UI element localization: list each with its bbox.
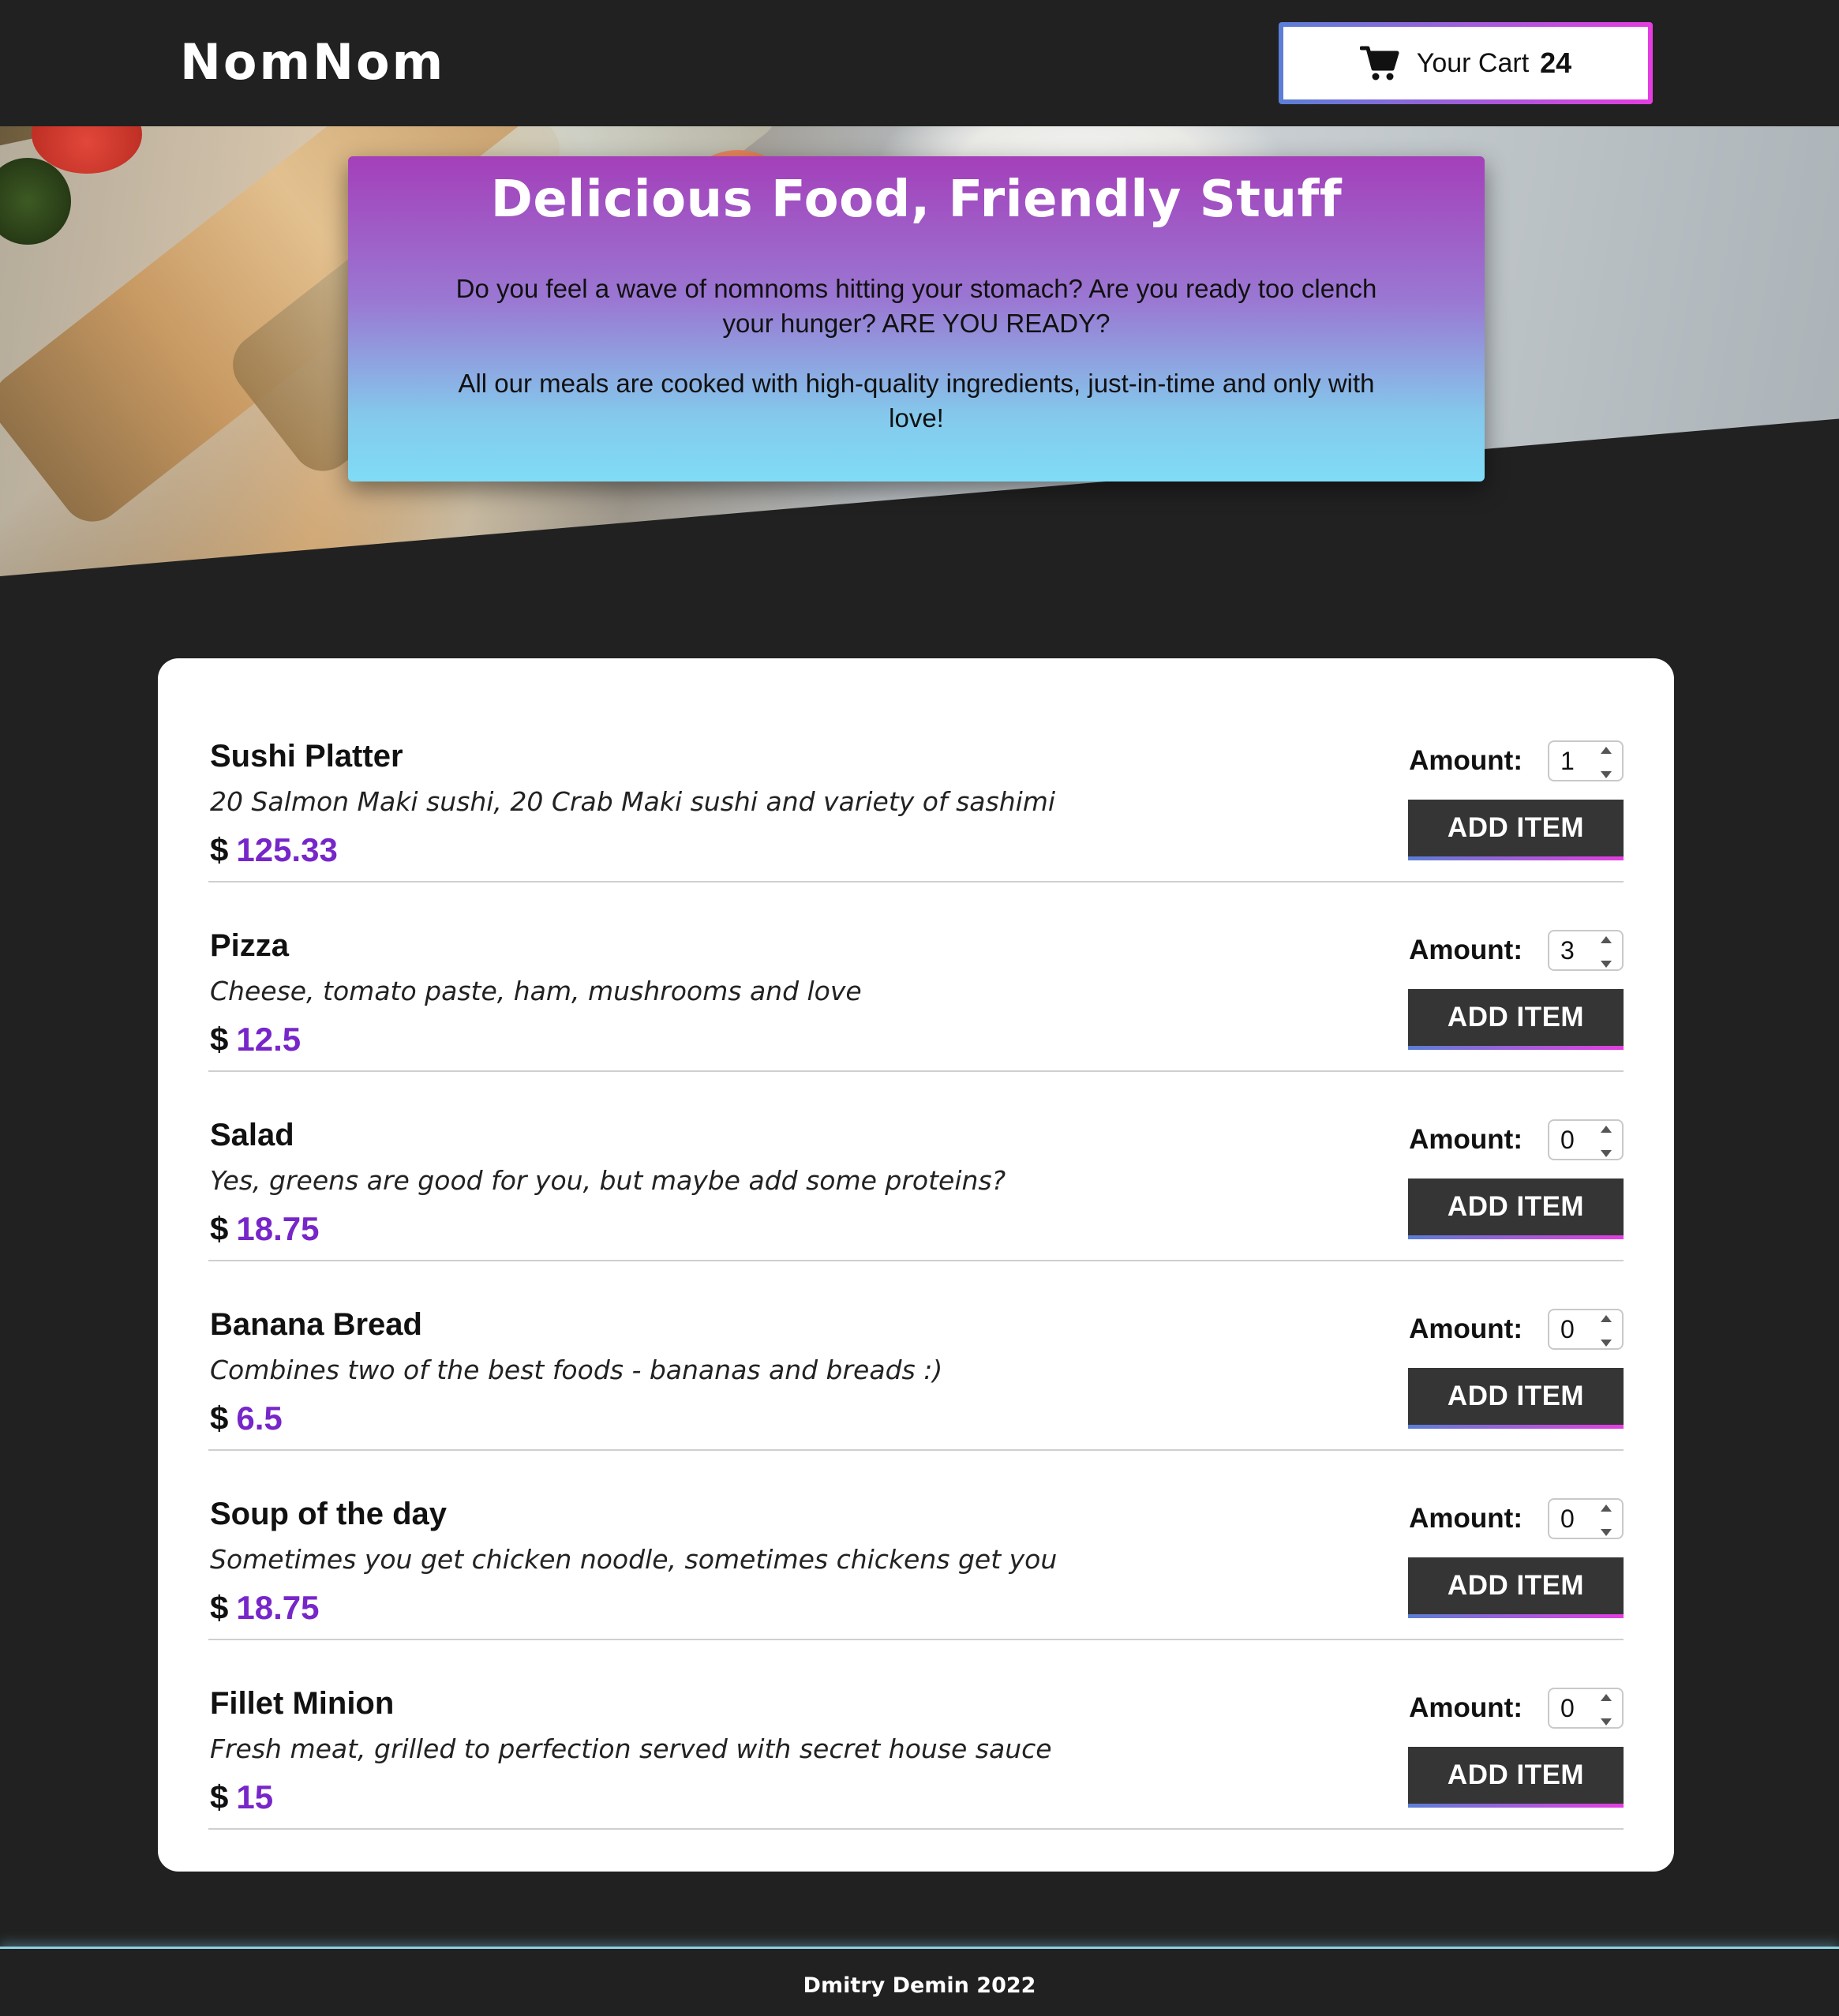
amount-value: 0 <box>1560 1125 1575 1154</box>
meal-item: Sushi Platter 20 Salmon Maki sushi, 20 C… <box>208 693 1624 882</box>
meal-price-value: 18.75 <box>236 1589 320 1626</box>
meal-item: Pizza Cheese, tomato paste, ham, mushroo… <box>208 882 1624 1072</box>
currency-symbol: $ <box>210 1210 229 1247</box>
amount-value: 0 <box>1560 1314 1575 1343</box>
meal-price: $12.5 <box>210 1021 301 1059</box>
amount-spinner[interactable] <box>1597 936 1616 968</box>
amount-control: Amount: 3 <box>1409 930 1624 971</box>
amount-input[interactable]: 3 <box>1548 930 1624 971</box>
meal-description: 20 Salmon Maki sushi, 20 Crab Maki sushi… <box>210 786 1056 817</box>
amount-label: Amount: <box>1409 1124 1523 1155</box>
meal-name: Banana Bread <box>210 1307 422 1342</box>
add-item-button[interactable]: ADD ITEM <box>1408 1178 1624 1239</box>
amount-label: Amount: <box>1409 1313 1523 1344</box>
amount-spinner[interactable] <box>1597 747 1616 778</box>
meal-item: Banana Bread Combines two of the best fo… <box>208 1261 1624 1451</box>
amount-spinner[interactable] <box>1597 1126 1616 1157</box>
amount-label: Amount: <box>1409 935 1523 965</box>
meal-description: Fresh meat, grilled to perfection served… <box>210 1733 1052 1764</box>
amount-input[interactable]: 0 <box>1548 1498 1624 1539</box>
amount-label: Amount: <box>1409 1503 1523 1534</box>
spin-down-icon[interactable] <box>1601 771 1612 778</box>
shopping-cart-icon <box>1359 46 1399 81</box>
spin-down-icon[interactable] <box>1601 1150 1612 1157</box>
meal-name: Sushi Platter <box>210 739 403 774</box>
site-header: NomNom Your Cart 24 <box>0 0 1839 126</box>
meal-name: Salad <box>210 1118 294 1152</box>
amount-input[interactable]: 1 <box>1548 740 1624 781</box>
amount-spinner[interactable] <box>1597 1505 1616 1536</box>
spin-up-icon[interactable] <box>1601 1694 1612 1701</box>
meal-price: $18.75 <box>210 1210 319 1248</box>
meal-description: Sometimes you get chicken noodle, someti… <box>210 1544 1058 1575</box>
amount-label: Amount: <box>1409 1692 1523 1723</box>
amount-control: Amount: 0 <box>1409 1688 1624 1729</box>
currency-symbol: $ <box>210 1778 229 1816</box>
hero-title: Delicious Food, Friendly Stuff <box>490 170 1343 229</box>
hero-summary-card: Delicious Food, Friendly Stuff Do you fe… <box>348 156 1485 482</box>
meal-item: Fillet Minion Fresh meat, grilled to per… <box>208 1640 1624 1830</box>
amount-input[interactable]: 0 <box>1548 1688 1624 1729</box>
amount-input[interactable]: 0 <box>1548 1119 1624 1160</box>
meal-price: $125.33 <box>210 831 338 869</box>
currency-symbol: $ <box>210 831 229 868</box>
meal-price: $15 <box>210 1778 273 1816</box>
spin-up-icon[interactable] <box>1601 747 1612 754</box>
amount-control: Amount: 0 <box>1409 1309 1624 1350</box>
spin-down-icon[interactable] <box>1601 1529 1612 1536</box>
amount-value: 0 <box>1560 1504 1575 1533</box>
meal-description: Combines two of the best foods - bananas… <box>210 1355 943 1385</box>
add-item-button[interactable]: ADD ITEM <box>1408 1557 1624 1618</box>
spin-up-icon[interactable] <box>1601 1505 1612 1512</box>
meal-price-value: 125.33 <box>236 831 338 868</box>
cart-label: Your Cart <box>1416 47 1530 78</box>
amount-spinner[interactable] <box>1597 1315 1616 1347</box>
add-item-button[interactable]: ADD ITEM <box>1408 1368 1624 1429</box>
amount-input[interactable]: 0 <box>1548 1309 1624 1350</box>
meal-description: Cheese, tomato paste, ham, mushrooms and… <box>210 976 862 1006</box>
amount-control: Amount: 1 <box>1409 740 1624 781</box>
spin-up-icon[interactable] <box>1601 1315 1612 1322</box>
meal-price: $6.5 <box>210 1400 283 1437</box>
meal-price-value: 18.75 <box>236 1210 320 1247</box>
meal-price-value: 15 <box>236 1778 274 1816</box>
spin-down-icon[interactable] <box>1601 1340 1612 1347</box>
spin-up-icon[interactable] <box>1601 936 1612 943</box>
amount-spinner[interactable] <box>1597 1694 1616 1726</box>
spin-up-icon[interactable] <box>1601 1126 1612 1133</box>
logo: NomNom <box>180 33 446 91</box>
add-item-button[interactable]: ADD ITEM <box>1408 989 1624 1050</box>
amount-value: 0 <box>1560 1693 1575 1722</box>
currency-symbol: $ <box>210 1400 229 1437</box>
meal-price-value: 6.5 <box>236 1400 283 1437</box>
meal-price-value: 12.5 <box>236 1021 302 1058</box>
cart-count-badge: 24 <box>1540 47 1572 79</box>
meal-name: Pizza <box>210 928 290 963</box>
meal-item: Salad Yes, greens are good for you, but … <box>208 1072 1624 1261</box>
meal-item: Soup of the day Sometimes you get chicke… <box>208 1451 1624 1640</box>
footer-credit: Dmitry Demin 2022 <box>803 1973 1036 1998</box>
site-footer: Dmitry Demin 2022 <box>0 1947 1839 2016</box>
add-item-button[interactable]: ADD ITEM <box>1408 1747 1624 1808</box>
cart-button[interactable]: Your Cart 24 <box>1279 22 1653 104</box>
meal-price: $18.75 <box>210 1589 319 1627</box>
currency-symbol: $ <box>210 1021 229 1058</box>
amount-control: Amount: 0 <box>1409 1119 1624 1160</box>
amount-value: 1 <box>1560 746 1575 775</box>
meal-name: Fillet Minion <box>210 1686 395 1721</box>
meals-list: Sushi Platter 20 Salmon Maki sushi, 20 C… <box>158 658 1674 1872</box>
meal-description: Yes, greens are good for you, but maybe … <box>210 1165 1006 1196</box>
spin-down-icon[interactable] <box>1601 961 1612 968</box>
currency-symbol: $ <box>210 1589 229 1626</box>
amount-value: 3 <box>1560 935 1575 965</box>
add-item-button[interactable]: ADD ITEM <box>1408 800 1624 860</box>
hero-paragraph: All our meals are cooked with high-quali… <box>458 369 1375 433</box>
meal-name: Soup of the day <box>210 1497 447 1531</box>
amount-control: Amount: 0 <box>1409 1498 1624 1539</box>
spin-down-icon[interactable] <box>1601 1718 1612 1726</box>
hero-paragraph: Do you feel a wave of nomnoms hitting yo… <box>455 274 1377 338</box>
amount-label: Amount: <box>1409 745 1523 776</box>
